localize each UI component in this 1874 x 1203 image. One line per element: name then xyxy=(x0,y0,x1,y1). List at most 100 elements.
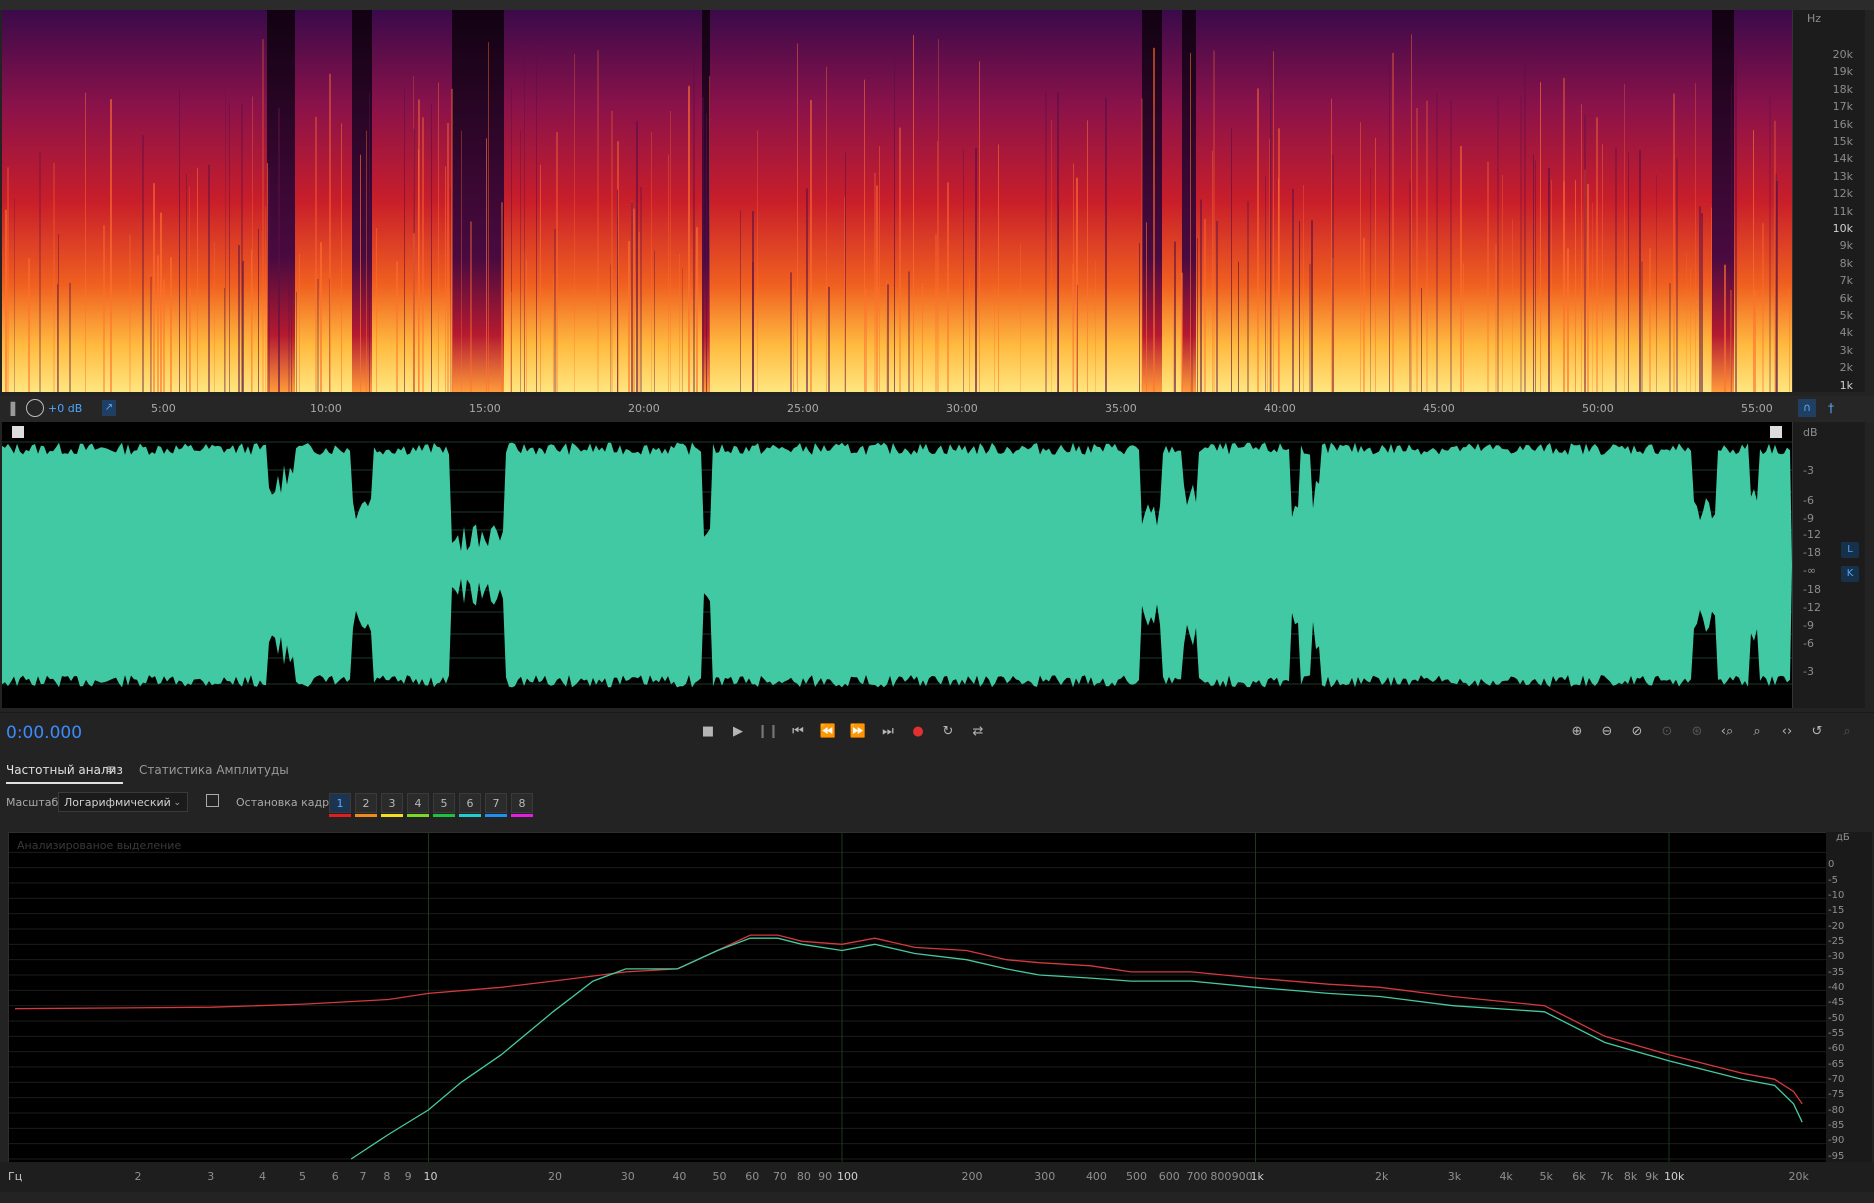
spectral-streak xyxy=(1299,220,1300,392)
zoom-corner-left-icon[interactable] xyxy=(12,426,24,438)
spectral-streak xyxy=(1769,97,1771,392)
scale-dropdown[interactable]: Логарифмический ⌄ xyxy=(58,792,188,812)
spectral-streak xyxy=(470,221,472,392)
copy-icon[interactable] xyxy=(206,794,219,807)
frame-hold-6-button[interactable]: 6 xyxy=(459,793,481,813)
zoom-channel-icon[interactable]: ⊛ xyxy=(1686,721,1708,743)
frequency-axis: Гц 2 3 4 5 6 7 8 9 10 20 30 40 50 60 70 80 90 100 200 300 40… xyxy=(0,1162,1874,1192)
timecode-display[interactable]: 0:00.000 xyxy=(6,723,82,743)
spectral-streak xyxy=(702,96,704,392)
loop-button[interactable]: ↻ xyxy=(937,721,959,743)
freq-label: 7k xyxy=(1839,274,1853,288)
time-ruler[interactable]: ▐ +0 dB ↗ 5:00 10:00 15:00 20:00 25:00 30:00 3… xyxy=(0,396,1874,422)
db-label: -12 xyxy=(1803,528,1821,541)
zoom-disabled-icon[interactable]: ⌕ xyxy=(1836,721,1858,743)
frame-hold-4-button[interactable]: 4 xyxy=(407,793,429,813)
frame-hold-7-button[interactable]: 7 xyxy=(485,793,507,813)
zoom-full-icon[interactable]: ‹› xyxy=(1776,721,1798,743)
spectral-streak xyxy=(39,152,41,392)
zoom-selection-icon[interactable]: ⊙ xyxy=(1656,721,1678,743)
zoom-in-time-icon[interactable]: ‹⌕ xyxy=(1716,721,1738,743)
spectral-streak xyxy=(1269,138,1270,392)
frame-hold-5-button[interactable]: 5 xyxy=(433,793,455,813)
spectral-streak xyxy=(610,264,611,392)
spectral-streak xyxy=(1711,207,1712,392)
frequency-analysis-graph[interactable]: Анализированое выделение xyxy=(8,832,1828,1164)
frame-hold-2-button[interactable]: 2 xyxy=(355,793,377,813)
gain-value[interactable]: +0 dB xyxy=(48,402,82,415)
zoom-corner-right-icon[interactable] xyxy=(1770,426,1782,438)
frame-hold-8-button[interactable]: 8 xyxy=(511,793,533,813)
spectral-streak xyxy=(1436,93,1438,392)
frame-hold-color-bar xyxy=(329,814,351,817)
x-tick-label: 700 xyxy=(1186,1170,1208,1183)
spectral-streak xyxy=(1331,98,1332,392)
spectral-streak xyxy=(242,260,244,392)
spectral-streak xyxy=(160,212,162,392)
x-tick-label: 7 xyxy=(359,1170,367,1183)
spectral-frequency-display[interactable] xyxy=(2,10,1792,392)
pin-icon[interactable]: ↗ xyxy=(102,400,116,416)
zoom-reset-icon[interactable]: ⊘ xyxy=(1626,721,1648,743)
frame-hold-1-button[interactable]: 1 xyxy=(329,793,351,813)
play-button[interactable]: ▶ xyxy=(727,721,749,743)
y-tick-label: -85 xyxy=(1828,1120,1845,1131)
spectral-streak xyxy=(438,82,439,392)
db-label: -18 xyxy=(1803,583,1821,596)
zoom-rotate-icon[interactable]: ↺ xyxy=(1806,721,1828,743)
freq-label: 15k xyxy=(1832,135,1853,148)
rewind-button[interactable]: ⏪ xyxy=(817,721,839,743)
spectral-streak xyxy=(1695,83,1696,392)
x-tick-label: 9k xyxy=(1645,1170,1659,1183)
x-tick-label: 70 xyxy=(772,1170,787,1183)
y-tick-label: -55 xyxy=(1828,1028,1845,1039)
gain-knob-icon[interactable] xyxy=(26,399,44,417)
zoom-out-amplitude-icon[interactable]: ⊖ xyxy=(1596,721,1618,743)
spectral-streak xyxy=(225,85,226,392)
record-button[interactable]: ● xyxy=(907,721,929,743)
frame-hold-3-button[interactable]: 3 xyxy=(381,793,403,813)
spectral-streak xyxy=(1551,179,1552,392)
channel-right-toggle[interactable]: K xyxy=(1841,566,1859,582)
spectral-streak xyxy=(1656,175,1657,392)
tab-amplitude-statistics[interactable]: Статистика Амплитуды xyxy=(139,763,289,777)
spectral-streak xyxy=(947,182,949,392)
spectral-streak xyxy=(396,261,398,392)
zoom-out-time-icon[interactable]: ⌕ xyxy=(1746,721,1768,743)
zoom-in-amplitude-icon[interactable]: ⊕ xyxy=(1566,721,1588,743)
spectral-streak xyxy=(5,209,7,392)
spectral-streak xyxy=(617,189,618,392)
spectral-streak xyxy=(265,206,266,392)
top-resize-strip[interactable] xyxy=(0,0,1874,10)
spectral-streak xyxy=(153,183,155,392)
skip-selection-button[interactable]: ⇄ xyxy=(967,721,989,743)
channel-left-toggle[interactable]: L xyxy=(1841,542,1859,558)
spectral-streak xyxy=(1639,150,1641,392)
freq-label: 5k xyxy=(1839,309,1853,322)
x-tick-label: 40 xyxy=(672,1170,687,1183)
spectral-streak xyxy=(103,225,105,392)
levels-icon[interactable]: ▐ xyxy=(6,402,15,416)
x-tick-label: 800 xyxy=(1210,1170,1232,1183)
spectral-streak xyxy=(899,127,901,392)
spectral-streak xyxy=(288,257,290,392)
x-tick-label: 30 xyxy=(620,1170,635,1183)
snap-icon[interactable]: ∩ xyxy=(1798,399,1816,417)
x-tick-label: 4k xyxy=(1499,1170,1513,1183)
spectral-streak xyxy=(179,89,180,392)
spectral-streak xyxy=(267,163,268,392)
fast-forward-button[interactable]: ⏩ xyxy=(847,721,869,743)
stop-button[interactable]: ■ xyxy=(697,721,719,743)
spectral-streak xyxy=(1411,34,1412,392)
go-to-start-button[interactable]: ⏮ xyxy=(787,721,809,743)
graph-caption: Анализированое выделение xyxy=(17,839,182,852)
spectral-streak xyxy=(501,202,503,392)
waveform-display[interactable] xyxy=(2,422,1792,708)
pause-button[interactable]: ❙❙ xyxy=(757,721,779,743)
go-to-end-button[interactable]: ⏭ xyxy=(877,721,899,743)
spectral-streak xyxy=(1292,188,1294,392)
panel-menu-icon[interactable]: ≡ xyxy=(106,762,116,776)
spectral-streak xyxy=(536,45,537,392)
marker-pin-icon[interactable]: † xyxy=(1822,399,1840,417)
spectral-streak xyxy=(510,291,512,392)
